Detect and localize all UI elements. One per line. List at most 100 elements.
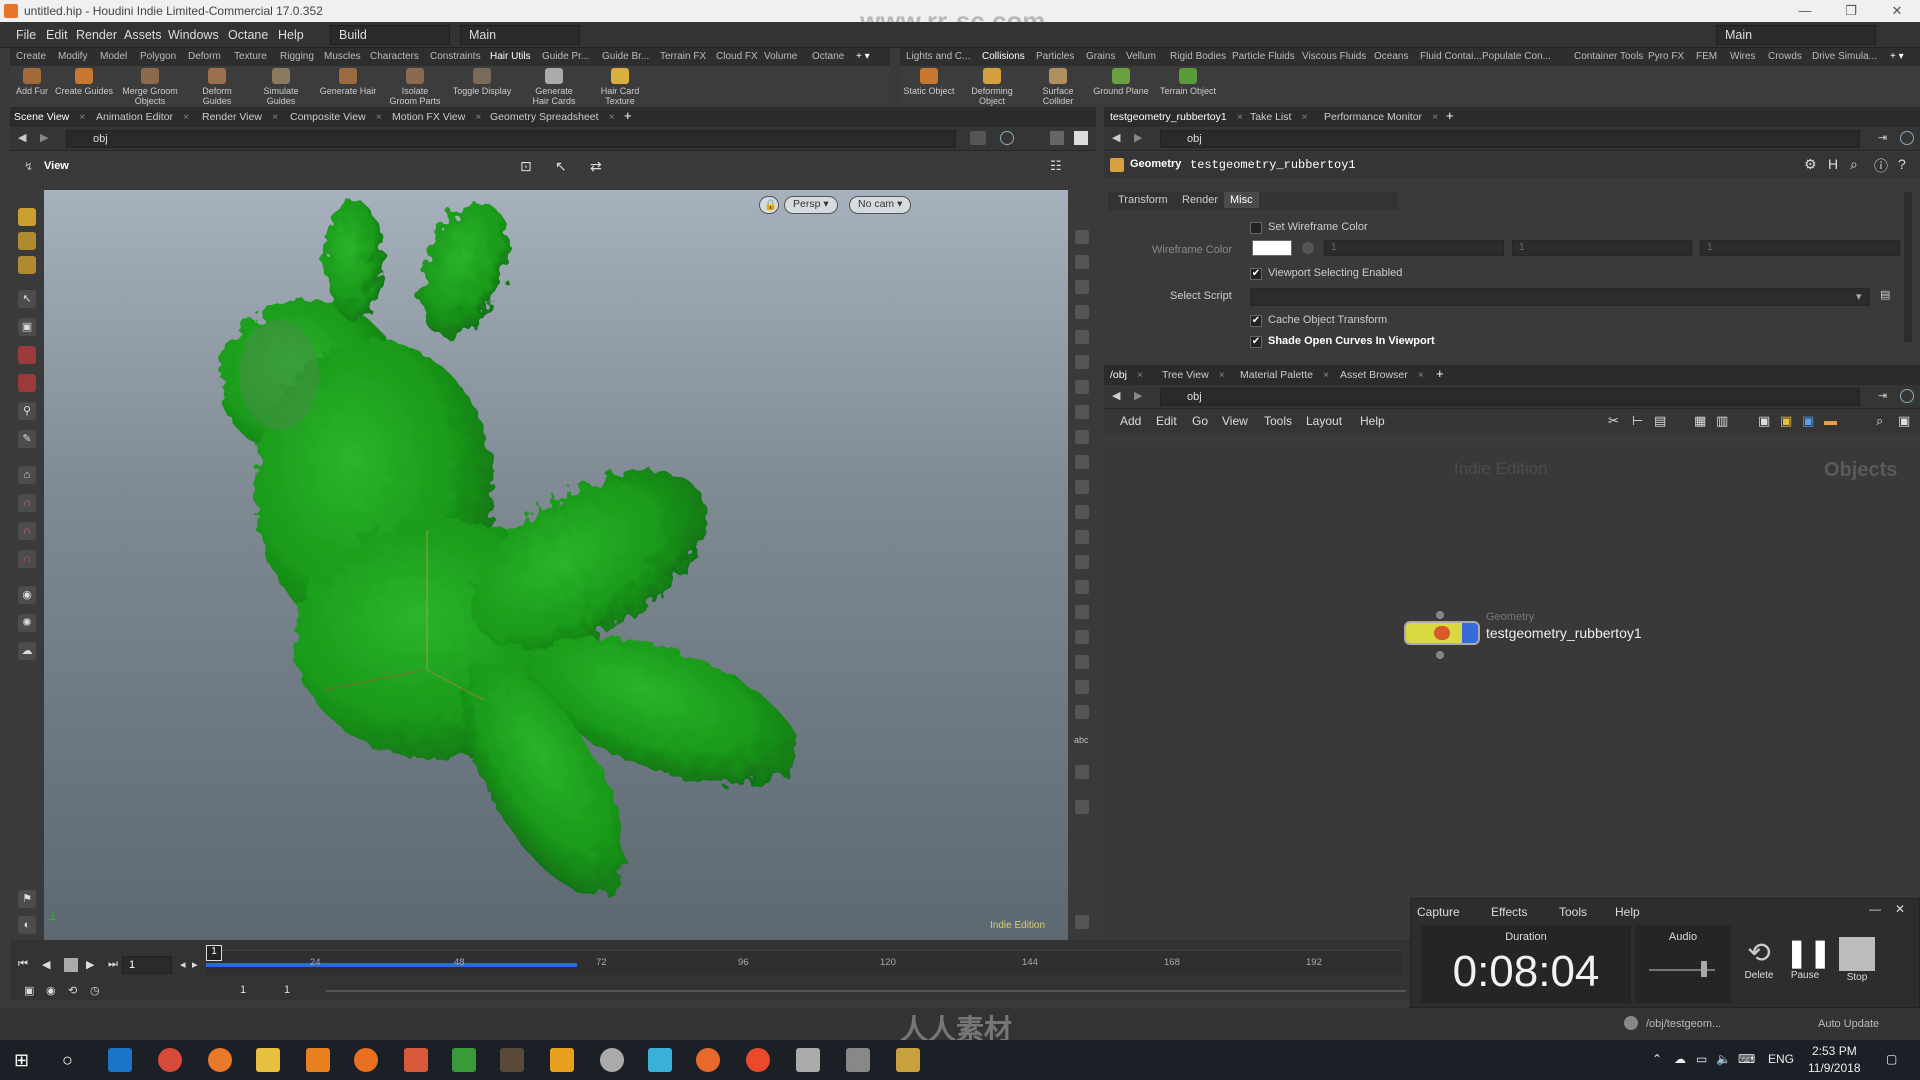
link-icon[interactable] (1900, 389, 1914, 403)
snap-grid-icon[interactable] (1075, 455, 1089, 469)
maximize-pane-icon[interactable] (1074, 131, 1088, 145)
lock-view-icon[interactable] (1075, 280, 1089, 294)
light-tool-icon[interactable]: ✺ (18, 614, 36, 632)
step-back-icon[interactable]: ◀ (42, 958, 50, 971)
magnet-strong-icon[interactable]: ∩ (18, 550, 36, 568)
tab-scene-view[interactable]: Scene View × (14, 111, 85, 123)
loop-icon[interactable]: ⟲ (68, 984, 77, 997)
left-path-field[interactable]: obj (66, 130, 956, 148)
close-tab-icon[interactable]: × (609, 111, 615, 123)
geometry-icon[interactable] (1075, 630, 1089, 644)
image-bg-icon[interactable]: ▣ (1802, 413, 1814, 429)
context-select[interactable]: Main (460, 25, 580, 45)
next-key-icon[interactable]: ▸ (192, 958, 198, 971)
shelf-tab[interactable]: Particles (1036, 51, 1074, 62)
grid-icon[interactable] (1075, 430, 1089, 444)
view-tool-icon[interactable]: ⌂ (18, 466, 36, 484)
node-body[interactable] (1404, 621, 1480, 645)
capture-menu-tools[interactable]: Tools (1559, 905, 1587, 919)
3dsmax-icon[interactable] (648, 1048, 672, 1072)
onedrive-icon[interactable]: ☁ (1674, 1052, 1686, 1066)
param-path-field[interactable]: obj (1160, 130, 1860, 148)
snap-icon[interactable]: ⇄ (590, 158, 602, 175)
ruler-icon[interactable] (1075, 680, 1089, 694)
forward-arrow-icon[interactable]: ▶ (40, 131, 48, 144)
network-menu-view[interactable]: View (1222, 414, 1248, 428)
tab-misc[interactable]: Misc (1224, 192, 1259, 208)
shelf-tab[interactable]: Pyro FX (1648, 51, 1684, 62)
shelf-tab[interactable]: Deform (188, 51, 221, 62)
add-tab-icon[interactable]: + (1446, 108, 1454, 123)
gear-icon[interactable]: ⚙ (1804, 156, 1817, 173)
shelf-tab[interactable]: Rigid Bodies (1170, 51, 1226, 62)
text-icon[interactable]: abc (1074, 735, 1090, 749)
image-icon[interactable] (1075, 765, 1089, 779)
handle-tool-icon[interactable] (18, 346, 36, 364)
jump-end-icon[interactable]: ⏭ (108, 958, 118, 971)
pose-tool-icon[interactable] (18, 374, 36, 392)
tab-tree-view[interactable]: Tree View × (1162, 369, 1225, 381)
grid-view-icon[interactable]: ▦ (1694, 413, 1706, 429)
shelf-tab-active[interactable]: Collisions (982, 51, 1025, 62)
bone-icon[interactable] (1075, 580, 1089, 594)
audio-slider-thumb[interactable] (1701, 961, 1707, 977)
move-tool-icon[interactable] (18, 232, 36, 250)
search-icon[interactable]: ⌕ (1876, 413, 1883, 429)
select-script-field[interactable] (1250, 288, 1870, 306)
notifications-icon[interactable]: ▢ (1886, 1052, 1897, 1066)
daz-icon[interactable] (500, 1048, 524, 1072)
merge-groom-tool[interactable]: Merge Groom Objects (120, 68, 180, 106)
language-indicator[interactable]: ENG (1768, 1052, 1794, 1066)
menu-render[interactable]: Render (76, 28, 117, 42)
close-tab-icon[interactable]: × (1237, 111, 1243, 123)
shelf-tab[interactable]: Grains (1086, 51, 1115, 62)
tab-transform[interactable]: Transform (1112, 194, 1174, 206)
scissors-icon[interactable]: ✂ (1608, 413, 1619, 429)
set-wireframe-color-checkbox[interactable] (1250, 222, 1262, 234)
windows-start-icon[interactable]: ⊞ (14, 1050, 29, 1071)
viewport-selecting-checkbox[interactable]: ✔ (1250, 268, 1262, 280)
range-start-field[interactable]: 1 (240, 984, 246, 996)
crop-icon[interactable] (1075, 655, 1089, 669)
node-output-dot[interactable] (1436, 651, 1444, 659)
prev-key-icon[interactable]: ◂ (180, 958, 186, 971)
tab-performance-monitor[interactable]: Performance Monitor × (1324, 111, 1438, 123)
palette-icon[interactable]: ▬ (1824, 413, 1837, 428)
display-toggle-icon[interactable] (1075, 230, 1089, 244)
tree-icon[interactable]: ⊢ (1632, 413, 1643, 429)
help-icon[interactable]: ? (1898, 156, 1906, 172)
close-tab-icon[interactable]: × (272, 111, 278, 123)
pause-button[interactable]: ❚❚ Pause (1785, 937, 1832, 1003)
network-path-field[interactable]: obj (1160, 388, 1860, 406)
pin-icon[interactable] (970, 131, 986, 145)
firefox-icon[interactable] (208, 1048, 232, 1072)
folder-icon[interactable] (896, 1048, 920, 1072)
minimize-button[interactable]: — (1782, 0, 1828, 22)
range-end-field[interactable]: 1 (284, 984, 290, 996)
capture-menu-capture[interactable]: Capture (1417, 905, 1460, 919)
shelf-tab[interactable]: Volume (764, 51, 797, 62)
chevron-down-icon[interactable]: ▾ (1856, 290, 1862, 303)
primitive-icon[interactable] (1075, 530, 1089, 544)
ground-plane-tool[interactable]: Ground Plane (1090, 68, 1152, 96)
camera-icon[interactable]: ⊡ (520, 158, 532, 175)
network-editor[interactable]: Indie Edition Objects Geometry testgeome… (1104, 443, 1920, 935)
clock-date[interactable]: 11/9/2018 (1808, 1061, 1861, 1075)
display-options-icon[interactable] (1050, 131, 1064, 145)
select-tool-icon[interactable] (18, 208, 36, 226)
desktop-select[interactable]: Build (330, 25, 450, 45)
close-tab-icon[interactable]: × (475, 111, 481, 123)
back-arrow-icon[interactable]: ◀ (1112, 131, 1120, 144)
add-shelf-icon[interactable]: + ▾ (1890, 51, 1904, 62)
menu-assets[interactable]: Assets (124, 28, 162, 42)
houdini-icon[interactable] (696, 1048, 720, 1072)
help-small-icon[interactable] (1075, 915, 1089, 929)
link-icon[interactable] (1900, 131, 1914, 145)
camera-menu[interactable]: No cam ▾ (849, 196, 912, 214)
add-tab-icon[interactable]: + (624, 108, 632, 123)
lock-tool-icon[interactable]: ▣ (18, 318, 36, 336)
edge-icon[interactable] (1075, 505, 1089, 519)
play-icon[interactable]: ▶ (86, 958, 94, 971)
clock-time[interactable]: 2:53 PM (1812, 1044, 1857, 1058)
render-tool-icon[interactable]: ☁ (18, 642, 36, 660)
